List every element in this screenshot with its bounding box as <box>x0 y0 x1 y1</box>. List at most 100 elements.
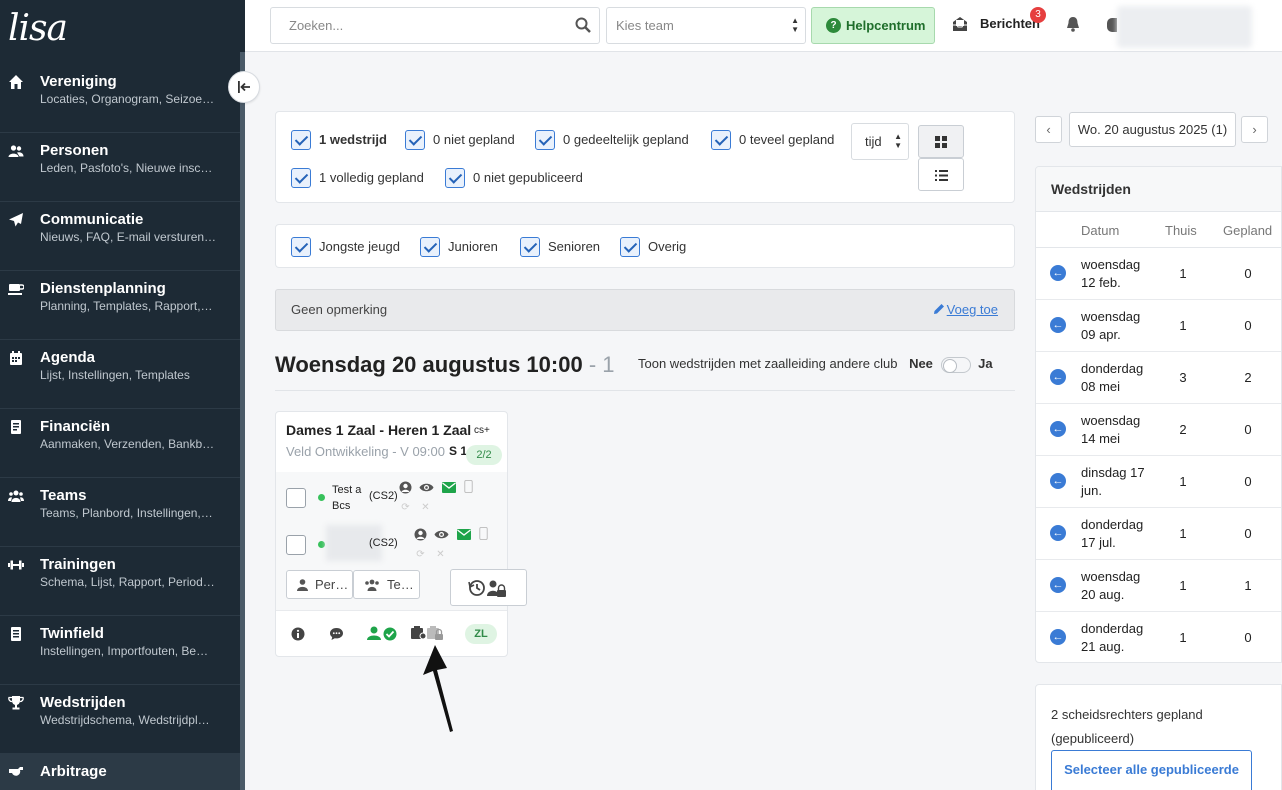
other-club-toggle[interactable] <box>940 356 971 373</box>
user-check-icon[interactable] <box>367 626 397 641</box>
col-thuis[interactable]: Thuis <box>1165 223 1197 238</box>
date-picker[interactable]: Wo. 20 augustus 2025 (1) <box>1069 112 1236 147</box>
referee-name[interactable]: Test a Bcs <box>332 482 372 514</box>
checkbox-checked-icon[interactable] <box>405 129 425 150</box>
arrow-left-icon[interactable]: ← <box>1050 525 1066 541</box>
checkbox-checked-icon[interactable] <box>420 236 440 257</box>
sidebar-item-vereniging[interactable]: Vereniging Locaties, Organogram, Seizoe… <box>0 64 240 133</box>
match-card[interactable]: Dames 1 Zaal - Heren 1 Zaal cs+ Veld Ont… <box>275 411 508 657</box>
sidebar-item-dienstenplanning[interactable]: Dienstenplanning Planning, Templates, Ra… <box>0 271 240 340</box>
eye-icon[interactable] <box>434 528 449 541</box>
team-select[interactable]: Kies team ▲ ▼ <box>606 7 806 44</box>
next-date-button[interactable]: › <box>1241 116 1268 143</box>
user-status-icon[interactable] <box>1107 18 1117 32</box>
arrow-left-icon[interactable]: ← <box>1050 421 1066 437</box>
close-icon[interactable]: ✕ <box>434 548 447 561</box>
search-icon[interactable] <box>575 17 591 33</box>
sidebar-item-agenda[interactable]: Agenda Lijst, Instellingen, Templates <box>0 340 240 409</box>
filter-gedeeltelijk-gepland[interactable]: 0 gedeeltelijk gepland <box>535 129 689 150</box>
filter-niet-gepland[interactable]: 0 niet gepland <box>405 129 515 150</box>
table-row[interactable]: ← woensdag 14 mei 2 0 <box>1036 404 1281 456</box>
filter-jongste-jeugd[interactable]: Jongste jeugd <box>291 236 400 257</box>
checkbox-checked-icon[interactable] <box>620 236 640 257</box>
phone-icon[interactable] <box>479 527 488 540</box>
select-published-button[interactable]: Selecteer alle gepubliceerde <box>1051 750 1252 790</box>
bell-icon[interactable] <box>1065 16 1081 32</box>
table-row[interactable]: ← woensdag 12 feb. 1 0 <box>1036 248 1281 300</box>
col-gepland[interactable]: Gepland <box>1223 223 1272 238</box>
checkbox-checked-icon[interactable] <box>291 129 311 150</box>
filter-teveel-gepland[interactable]: 0 teveel gepland <box>711 129 834 150</box>
sidebar-item-communicatie[interactable]: Communicatie Nieuws, FAQ, E-mail verstur… <box>0 202 240 271</box>
close-icon[interactable]: ✕ <box>419 501 432 514</box>
row-home: 1 <box>1179 526 1187 541</box>
grid-view-button[interactable] <box>918 125 964 158</box>
filter-senioren[interactable]: Senioren <box>520 236 600 257</box>
filter-volledig-gepland[interactable]: 1 volledig gepland <box>291 167 424 188</box>
messages-count-badge: 3 <box>1030 7 1046 23</box>
row-date: donderdag 21 aug. <box>1081 621 1144 654</box>
sidebar-item-arbitrage[interactable]: Arbitrage <box>0 754 240 790</box>
referee-checkbox[interactable] <box>286 488 306 508</box>
table-row[interactable]: ← woensdag 20 aug. 1 1 <box>1036 560 1281 612</box>
table-row[interactable]: ← dinsdag 17 jun. 1 0 <box>1036 456 1281 508</box>
arrow-left-icon[interactable]: ← <box>1050 317 1066 333</box>
sidebar-scrollbar[interactable] <box>240 52 245 790</box>
comment-icon[interactable] <box>329 627 344 641</box>
list-view-button[interactable] <box>918 158 964 191</box>
info-icon[interactable] <box>291 627 305 641</box>
eye-icon[interactable] <box>419 481 434 494</box>
checkbox-checked-icon[interactable] <box>445 167 465 188</box>
arrow-left-icon[interactable]: ← <box>1050 473 1066 489</box>
history-lock-button[interactable] <box>450 569 527 606</box>
sidebar-item-title: Trainingen <box>40 556 116 573</box>
checkbox-checked-icon[interactable] <box>291 236 311 257</box>
table-row[interactable]: ← donderdag 08 mei 3 2 <box>1036 352 1281 404</box>
messages-button[interactable]: Berichten <box>952 14 1040 34</box>
help-center-button[interactable]: ? Helpcentrum <box>811 7 935 44</box>
envelope-icon[interactable] <box>442 481 456 494</box>
arrow-left-icon[interactable]: ← <box>1050 577 1066 593</box>
checkbox-checked-icon[interactable] <box>711 129 731 150</box>
referee-lock-icon[interactable] <box>410 625 446 641</box>
prev-date-button[interactable]: ‹ <box>1035 116 1062 143</box>
search-input[interactable]: Zoeken... <box>270 7 600 44</box>
sidebar-item-trainingen[interactable]: Trainingen Schema, Lijst, Rapport, Perio… <box>0 547 240 616</box>
table-row[interactable]: ← donderdag 17 jul. 1 0 <box>1036 508 1281 560</box>
filter-wedstrijd[interactable]: 1 wedstrijd <box>291 129 387 150</box>
refresh-icon[interactable]: ⟳ <box>399 501 412 514</box>
table-row[interactable]: ← woensdag 09 apr. 1 0 <box>1036 300 1281 352</box>
arrow-left-icon[interactable]: ← <box>1050 369 1066 385</box>
envelope-icon[interactable] <box>457 528 471 541</box>
topbar: Zoeken... Kies team ▲ ▼ ? Helpcentrum Ber… <box>245 0 1282 52</box>
add-person-button[interactable]: Per… <box>286 570 353 599</box>
question-icon: ? <box>826 18 841 33</box>
sidebar-item-wedstrijden[interactable]: Wedstrijden Wedstrijdschema, Wedstrijdpl… <box>0 685 240 754</box>
sidebar-item-twinfield[interactable]: Twinfield Instellingen, Importfouten, Be… <box>0 616 240 685</box>
checkbox-checked-icon[interactable] <box>291 167 311 188</box>
user-circle-icon[interactable] <box>414 528 427 541</box>
sidebar-item-teams[interactable]: Teams Teams, Planbord, Instellingen,… <box>0 478 240 547</box>
refresh-icon[interactable]: ⟳ <box>414 548 427 561</box>
filter-overig[interactable]: Overig <box>620 236 686 257</box>
checkbox-checked-icon[interactable] <box>520 236 540 257</box>
add-team-button[interactable]: Te… <box>353 570 420 599</box>
phone-icon[interactable] <box>464 480 473 493</box>
sidebar-item-personen[interactable]: Personen Leden, Pasfoto's, Nieuwe insc… <box>0 133 240 202</box>
arrow-left-icon[interactable]: ← <box>1050 265 1066 281</box>
arrow-left-icon[interactable]: ← <box>1050 629 1066 645</box>
filter-junioren[interactable]: Junioren <box>420 236 498 257</box>
user-circle-icon[interactable] <box>399 481 412 494</box>
filter-niet-gepubliceerd[interactable]: 0 niet gepubliceerd <box>445 167 583 188</box>
user-menu[interactable] <box>1117 6 1252 48</box>
sidebar-item-financien[interactable]: Financiën Aanmaken, Verzenden, Bankb… <box>0 409 240 478</box>
table-row[interactable]: ← donderdag 21 aug. 1 0 <box>1036 612 1281 662</box>
collapse-sidebar-button[interactable] <box>228 71 260 103</box>
col-datum[interactable]: Datum <box>1081 223 1119 238</box>
sort-select[interactable]: tijd ▲ ▼ <box>851 123 909 160</box>
logo[interactable]: lisa <box>8 8 68 49</box>
referee-checkbox[interactable] <box>286 535 306 555</box>
checkbox-checked-icon[interactable] <box>535 129 555 150</box>
home-icon <box>7 74 25 92</box>
add-remark-link[interactable]: Voeg toe <box>933 290 998 330</box>
